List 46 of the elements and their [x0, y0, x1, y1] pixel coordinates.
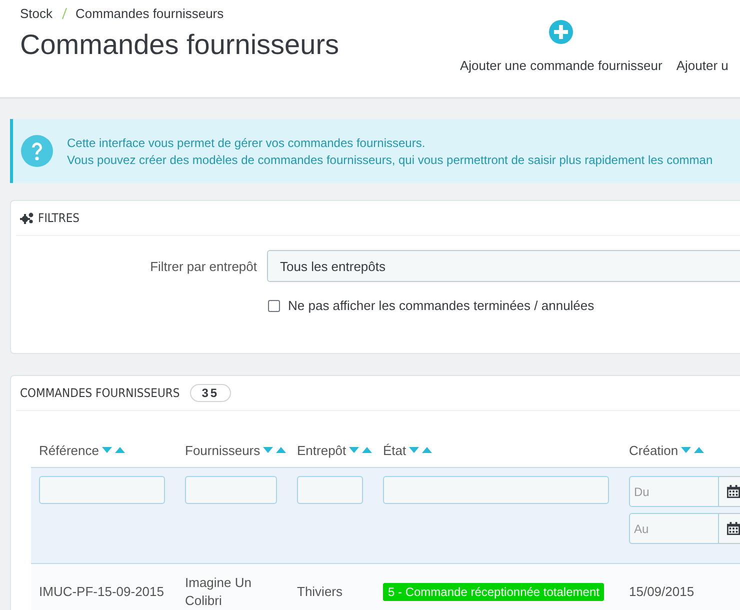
sort-up-icon[interactable] — [422, 447, 432, 453]
count-badge: 35 — [190, 384, 232, 402]
sort-up-icon[interactable] — [694, 447, 704, 453]
toolbar-button[interactable]: Ajouter u — [676, 58, 728, 73]
filter-input[interactable] — [39, 476, 165, 504]
sort-down-icon[interactable] — [409, 447, 420, 453]
column-header: Création — [629, 442, 678, 458]
filter-input[interactable] — [297, 476, 363, 504]
table-cell: Thiviers — [297, 584, 343, 599]
sort-down-icon[interactable] — [263, 447, 274, 453]
panel-title: FILTRES — [38, 211, 80, 225]
checkbox-label: Ne pas afficher les commandes terminées / annulées — [288, 298, 594, 313]
date-input[interactable]: Du — [629, 476, 719, 507]
column-header: Référence — [39, 442, 99, 458]
warehouse-select[interactable]: Tous les entrepôts — [267, 250, 740, 282]
column-header: État — [383, 442, 406, 458]
panel-title: COMMANDES FOURNISSEURS — [20, 386, 180, 400]
calendar-button[interactable] — [719, 476, 740, 507]
info-text: Vous pouvez créer des modèles de commandes fournisseurs, qui vous permettront de saisir plus rapidement les comman — [67, 152, 713, 166]
calendar-button[interactable] — [719, 513, 740, 544]
table-cell-text: Imagine Un Colibri — [185, 574, 252, 610]
table-cell: 15/09/2015 — [629, 584, 694, 599]
help-icon — [21, 135, 53, 167]
sort-down-icon[interactable] — [349, 447, 360, 453]
calendar-icon — [727, 485, 740, 498]
column-header: Entrepôt — [297, 442, 346, 458]
sort-down-icon[interactable] — [681, 447, 692, 453]
status-label: 5 - Commande réceptionnée totalement — [383, 583, 604, 601]
plus-icon — [549, 20, 574, 44]
sort-up-icon[interactable] — [362, 447, 372, 453]
checkbox[interactable] — [268, 300, 280, 312]
filter-input[interactable] — [383, 476, 609, 504]
calendar-icon — [727, 522, 740, 535]
sort-down-icon[interactable] — [102, 447, 112, 453]
column-header: Fournisseurs — [185, 442, 260, 458]
page-title: Commandes fournisseurs — [20, 29, 340, 61]
date-input[interactable]: Au — [629, 513, 719, 544]
field-label: Filtrer par entrepôt — [149, 258, 258, 274]
breadcrumb-current: Commandes fournisseurs — [76, 6, 224, 21]
breadcrumb-link[interactable]: Stock — [20, 6, 53, 21]
info-text: Cette interface vous permet de gérer vos commandes fournisseurs. — [67, 136, 426, 150]
sort-up-icon[interactable] — [114, 447, 125, 453]
filter-input[interactable] — [185, 476, 277, 504]
add-order-button[interactable]: Ajouter une commande fournisseur — [460, 20, 662, 73]
sort-up-icon[interactable] — [276, 447, 286, 453]
table-cell: IMUC-PF-15-09-2015 — [39, 584, 164, 599]
